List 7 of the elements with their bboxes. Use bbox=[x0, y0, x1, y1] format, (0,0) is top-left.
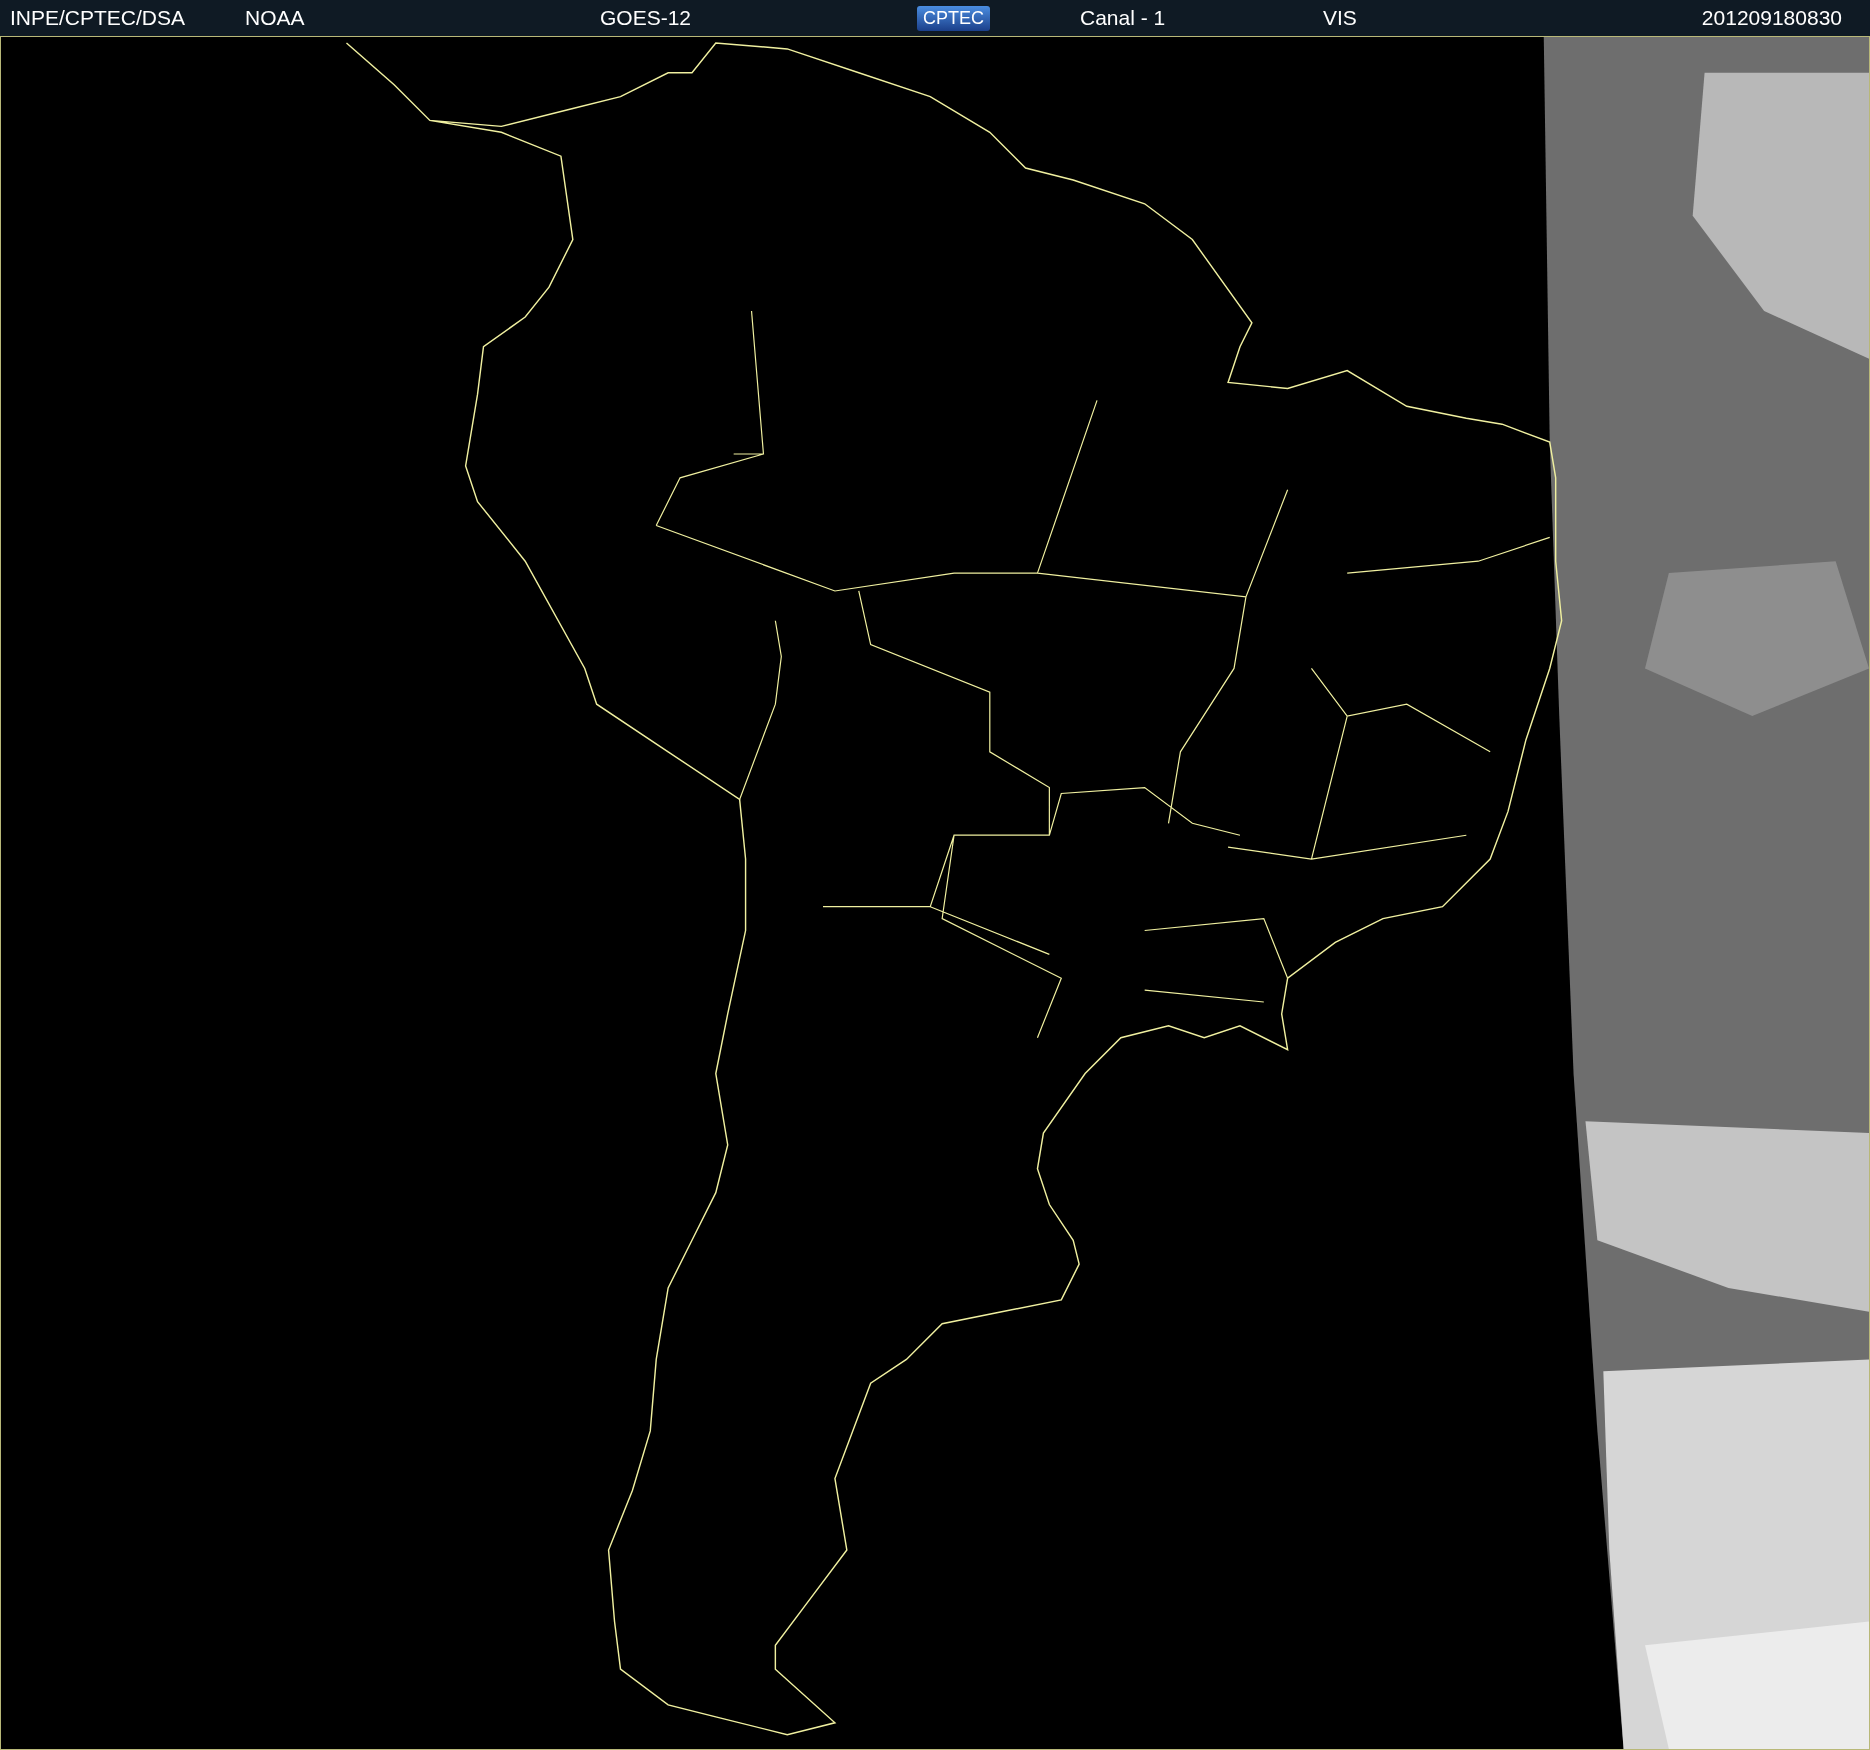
header-label: 201209180830 bbox=[1701, 6, 1842, 29]
header-label: GOES-12 bbox=[600, 6, 692, 29]
cptec-logo: CPTEC bbox=[917, 6, 990, 31]
header-label: NOAA bbox=[245, 6, 305, 29]
header-label: VIS bbox=[1323, 6, 1357, 29]
header-label: Canal - 1 bbox=[1080, 6, 1166, 29]
header-label: INPE/CPTEC/DSA bbox=[10, 6, 186, 29]
